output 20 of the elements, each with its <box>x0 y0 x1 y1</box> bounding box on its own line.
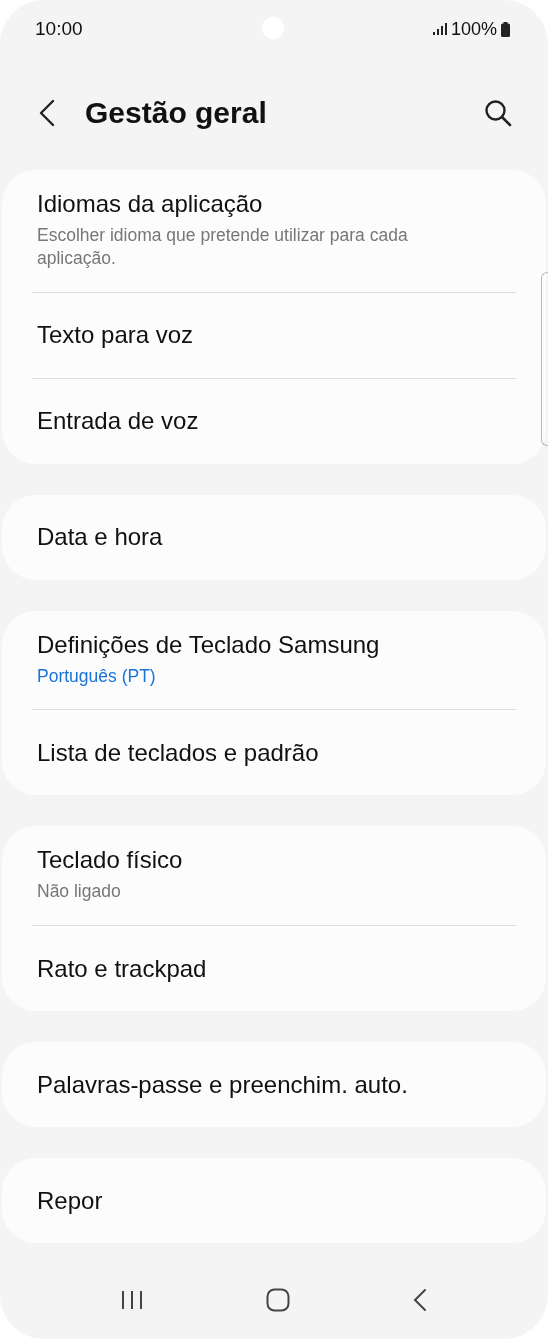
settings-item[interactable]: Rato e trackpad <box>2 926 536 1011</box>
search-icon[interactable] <box>484 99 512 127</box>
settings-item[interactable]: Entrada de voz <box>2 378 536 464</box>
battery-icon <box>501 21 510 37</box>
settings-item[interactable]: Lista de teclados e padrão <box>2 710 536 796</box>
settings-item[interactable]: Idiomas da aplicação Escolher idioma que pretende utilizar para cada aplicação. <box>2 170 536 292</box>
back-icon[interactable] <box>412 1288 427 1312</box>
home-icon[interactable] <box>266 1288 290 1312</box>
battery-percent: 100% <box>450 18 497 40</box>
settings-item[interactable]: Texto para voz <box>2 292 536 378</box>
back-icon[interactable] <box>39 99 55 127</box>
settings-item[interactable]: Repor <box>2 1158 536 1243</box>
recent-apps-icon[interactable] <box>121 1290 144 1310</box>
page-title: Gestão geral <box>85 96 267 130</box>
settings-item[interactable]: Palavras-passe e preenchim. auto. <box>2 1042 536 1127</box>
settings-item[interactable]: Teclado físico Não ligado <box>2 826 536 925</box>
status-time: 10:00 <box>35 18 83 40</box>
signal-icon <box>432 23 447 35</box>
settings-item[interactable]: Data e hora <box>2 494 536 580</box>
settings-item[interactable]: Definições de Teclado Samsung Português (PT) <box>2 610 536 710</box>
